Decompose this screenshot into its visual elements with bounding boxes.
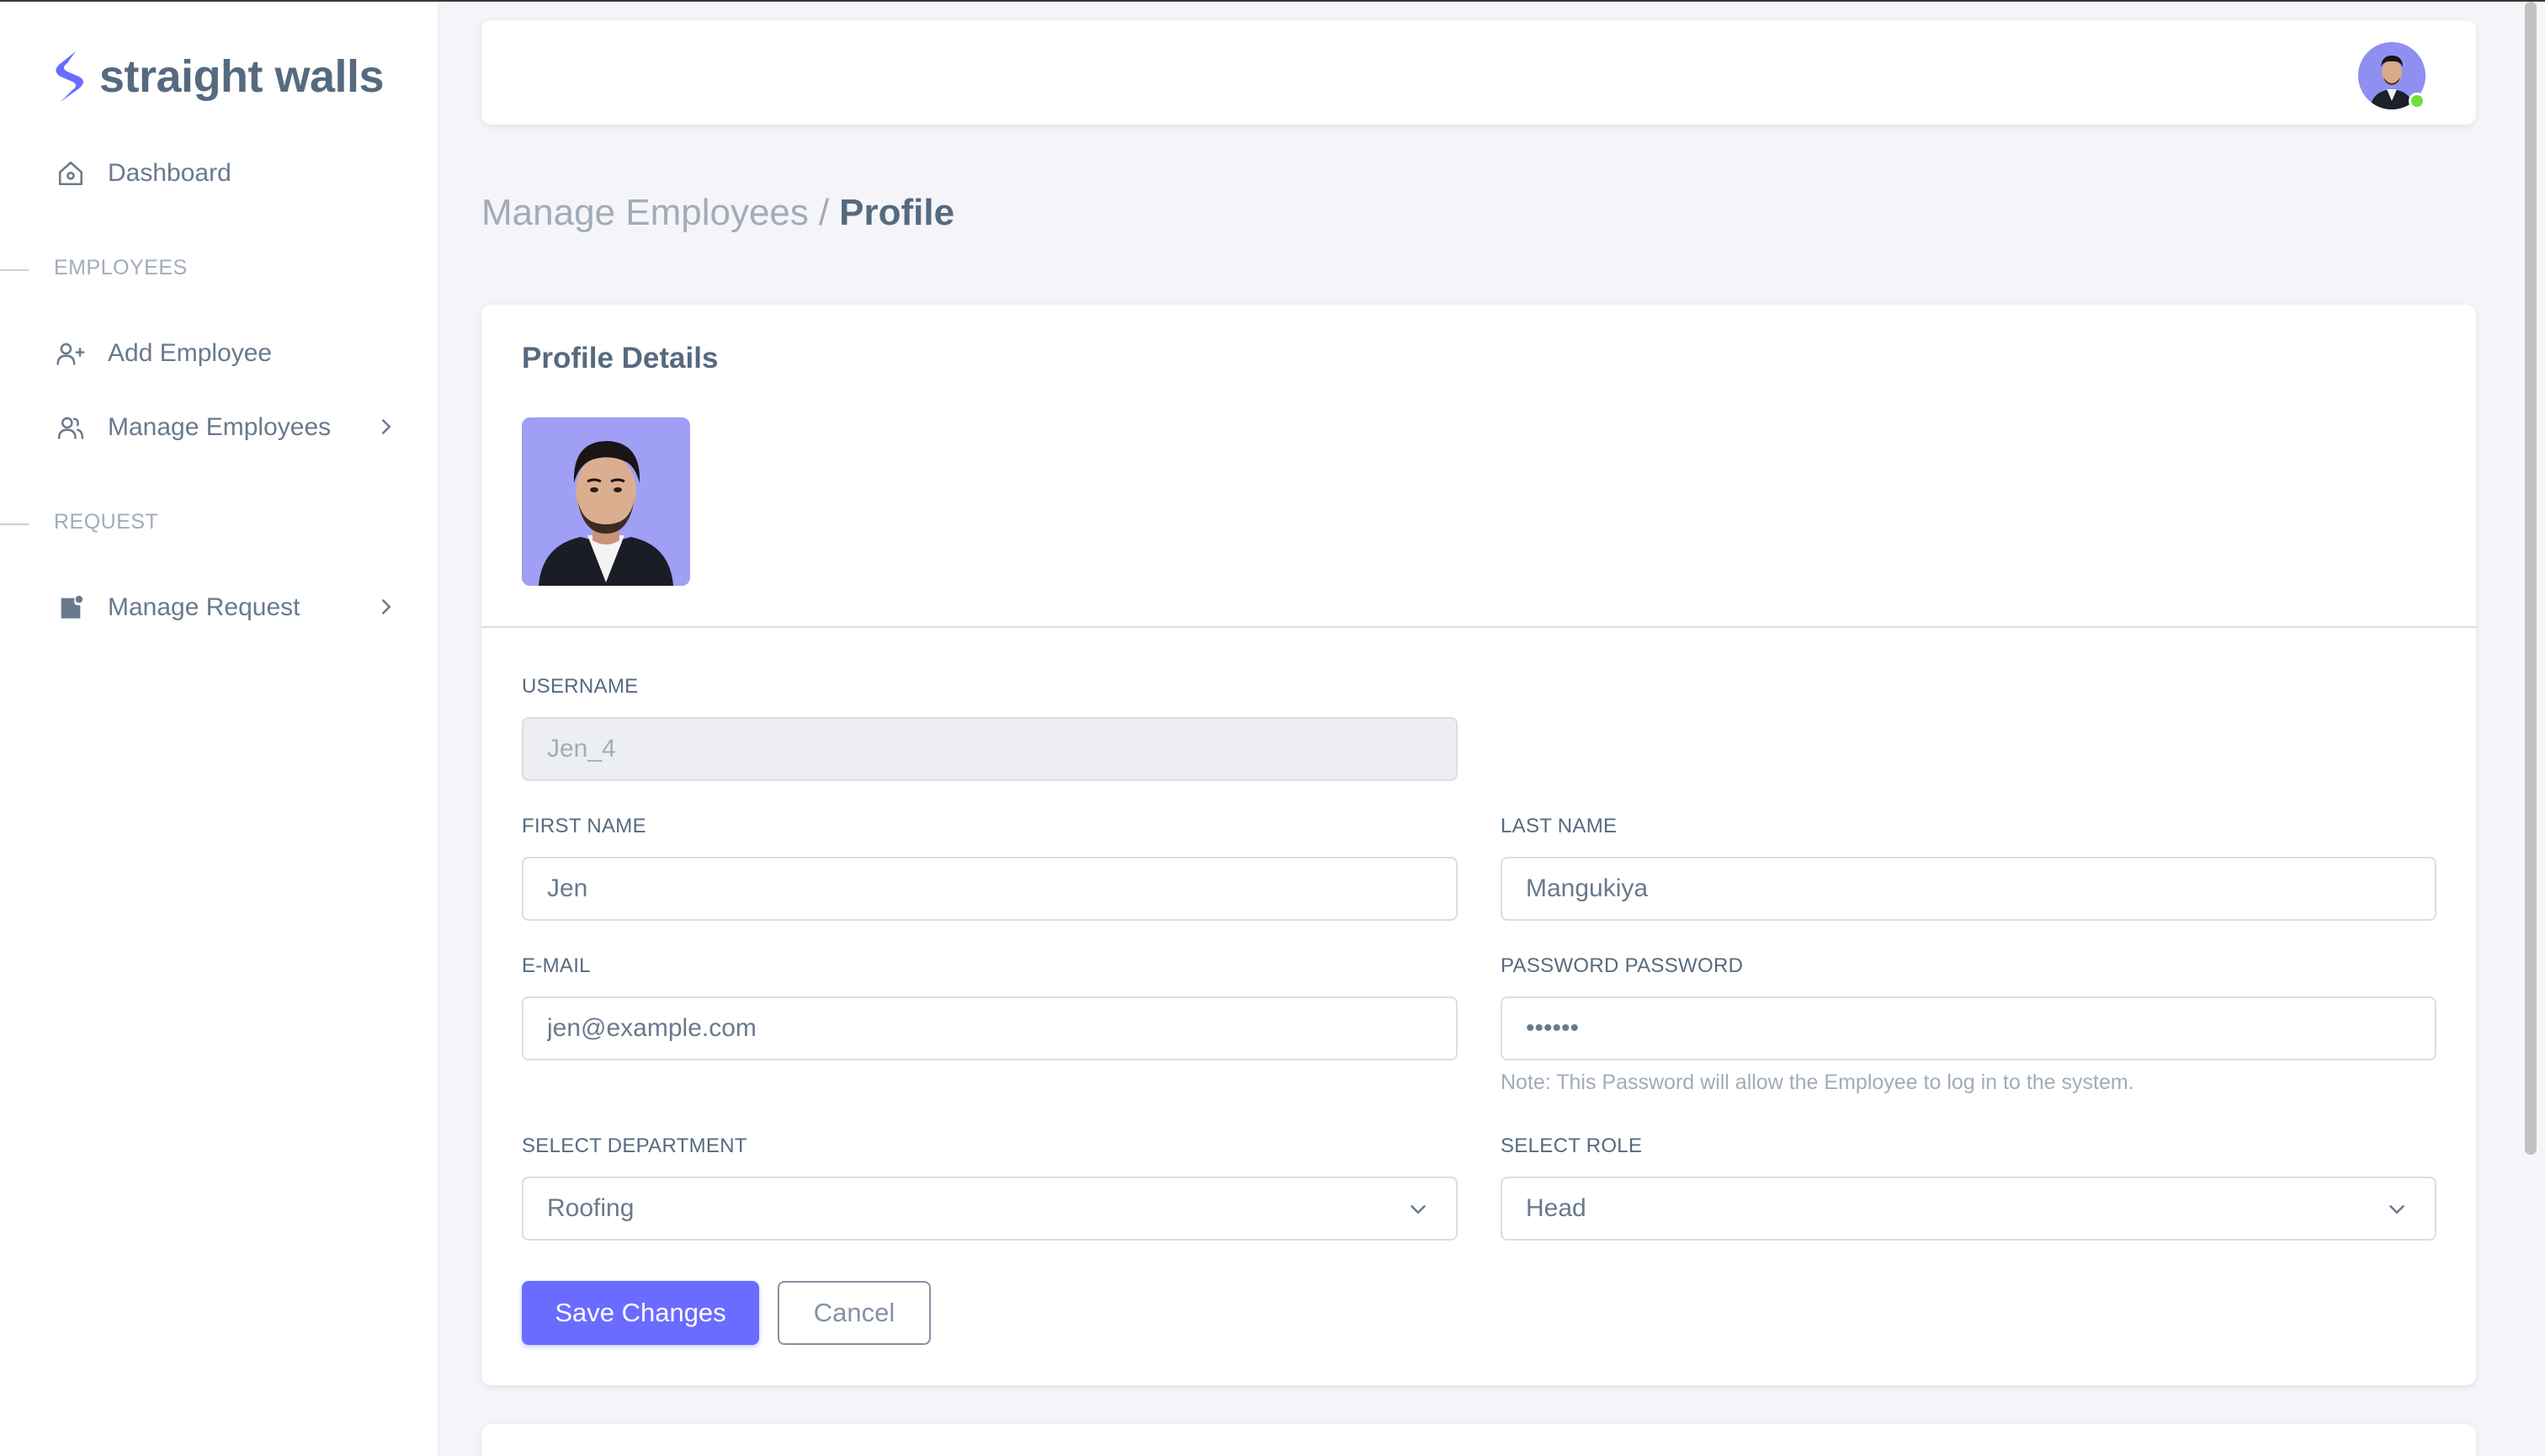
users-icon bbox=[54, 411, 88, 444]
sidebar-item-manage-request[interactable]: Manage Request bbox=[54, 584, 399, 631]
page-title: Profile bbox=[839, 192, 955, 233]
brand-logo-icon bbox=[56, 51, 83, 102]
department-selected-value: Roofing bbox=[547, 1194, 635, 1222]
profile-image bbox=[522, 417, 690, 586]
email-label: E-MAIL bbox=[522, 954, 591, 977]
sidebar-item-add-employee[interactable]: Add Employee bbox=[54, 330, 399, 377]
breadcrumb: Manage Employees / Profile bbox=[481, 192, 954, 234]
user-plus-icon bbox=[54, 337, 88, 370]
cancel-button[interactable]: Cancel bbox=[778, 1281, 931, 1345]
chevron-down-icon bbox=[2389, 1205, 2404, 1214]
save-changes-button[interactable]: Save Changes bbox=[522, 1281, 759, 1345]
role-selected-value: Head bbox=[1526, 1194, 1586, 1222]
chevron-right-icon bbox=[382, 419, 391, 434]
department-label: SELECT DEPARTMENT bbox=[522, 1135, 747, 1157]
sidebar-item-label: Dashboard bbox=[108, 159, 231, 187]
password-field[interactable] bbox=[1501, 996, 2436, 1060]
breadcrumb-parent[interactable]: Manage Employees bbox=[481, 192, 809, 234]
section-divider bbox=[0, 269, 29, 271]
profile-card: Profile Details USERNAME FIRST NAME LAST… bbox=[481, 305, 2476, 1385]
breadcrumb-separator: / bbox=[818, 192, 830, 233]
section-header-request: REQUEST bbox=[54, 510, 159, 534]
sidebar-item-label: Add Employee bbox=[108, 339, 273, 367]
request-icon bbox=[54, 591, 88, 624]
username-field[interactable] bbox=[522, 717, 1458, 781]
chevron-right-icon bbox=[382, 599, 391, 614]
last-name-field[interactable] bbox=[1501, 857, 2436, 921]
sidebar-item-label: Manage Request bbox=[108, 593, 300, 621]
card-title: Profile Details bbox=[522, 342, 719, 375]
home-icon bbox=[54, 157, 88, 190]
online-status-indicator bbox=[2409, 93, 2425, 109]
user-avatar[interactable] bbox=[2358, 42, 2425, 109]
page-scrollbar[interactable] bbox=[2525, 2, 2537, 1155]
top-navbar bbox=[481, 20, 2476, 125]
last-name-label: LAST NAME bbox=[1501, 815, 1618, 837]
brand-name: straight walls bbox=[99, 51, 385, 102]
username-label: USERNAME bbox=[522, 675, 639, 698]
first-name-field[interactable] bbox=[522, 857, 1458, 921]
section-header-employees: EMPLOYEES bbox=[54, 256, 188, 279]
role-label: SELECT ROLE bbox=[1501, 1135, 1643, 1157]
profile-photo bbox=[522, 417, 690, 586]
section-divider bbox=[0, 523, 29, 525]
password-label: PASSWORD PASSWORD bbox=[1501, 954, 1744, 977]
brand[interactable]: straight walls bbox=[50, 47, 385, 106]
department-select[interactable]: Roofing bbox=[522, 1177, 1458, 1241]
email-field[interactable] bbox=[522, 996, 1458, 1060]
sidebar: straight walls Dashboard EMPLOYEES Add E… bbox=[0, 2, 438, 1456]
sidebar-item-label: Manage Employees bbox=[108, 413, 332, 441]
role-select[interactable]: Head bbox=[1501, 1177, 2436, 1241]
sidebar-item-dashboard[interactable]: Dashboard bbox=[54, 150, 399, 197]
password-note: Note: This Password will allow the Emplo… bbox=[1501, 1071, 2134, 1094]
first-name-label: FIRST NAME bbox=[522, 815, 646, 837]
chevron-down-icon bbox=[1411, 1205, 1426, 1214]
secondary-card bbox=[481, 1424, 2476, 1456]
sidebar-item-manage-employees[interactable]: Manage Employees bbox=[54, 404, 399, 451]
card-divider bbox=[481, 626, 2476, 628]
